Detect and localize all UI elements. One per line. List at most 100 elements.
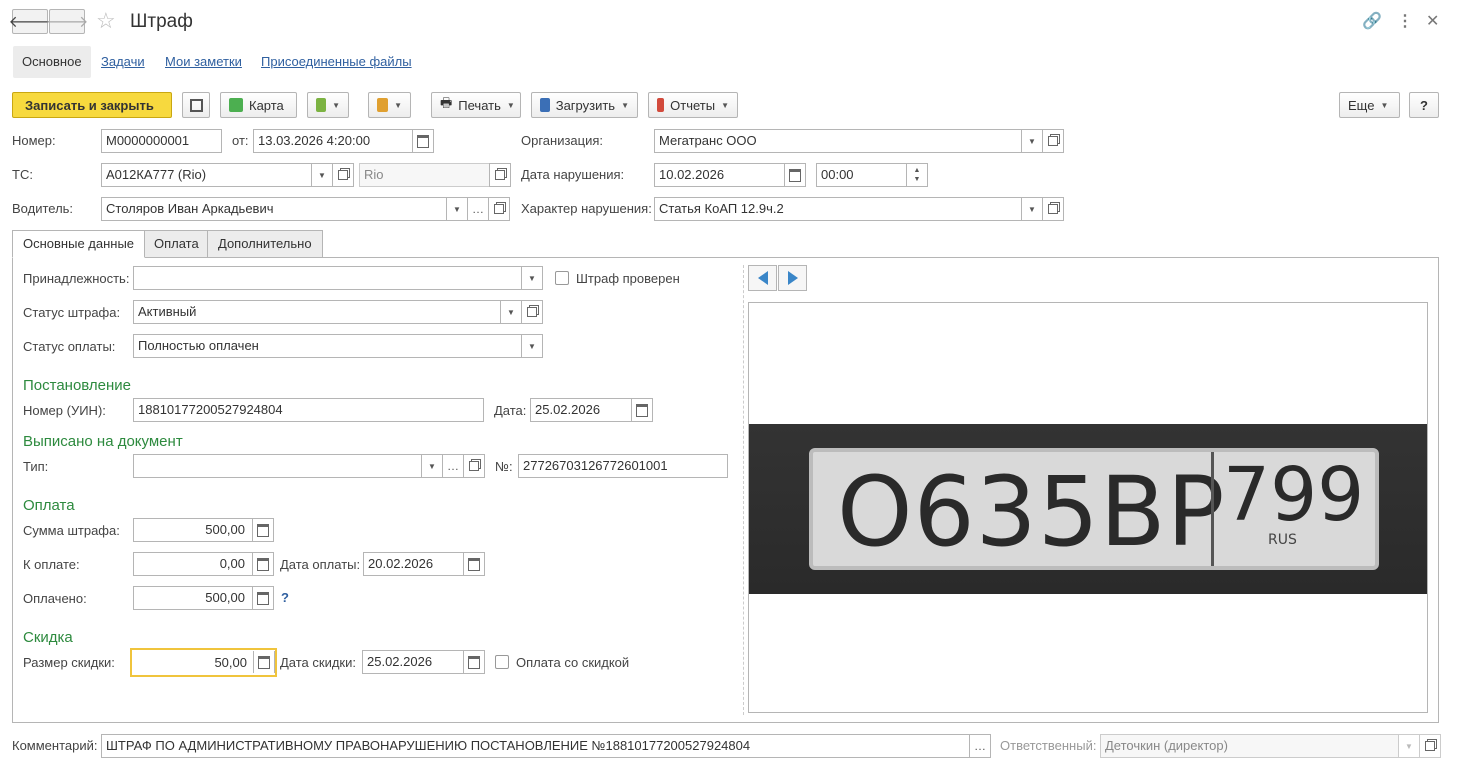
org-dropdown-icon[interactable]: ▼	[1021, 129, 1043, 153]
responsible-dropdown-icon: ▼	[1398, 734, 1420, 758]
pay-date-field[interactable]: 20.02.2026	[363, 552, 464, 576]
pay-status-dropdown-icon[interactable]: ▼	[521, 334, 543, 358]
fine-status-field[interactable]: Активный	[133, 300, 501, 324]
type-label: Тип:	[23, 459, 49, 474]
responsible-open-icon[interactable]	[1419, 734, 1441, 758]
save-button[interactable]	[182, 92, 210, 118]
nature-dropdown-icon[interactable]: ▼	[1021, 197, 1043, 221]
section-issued: Выписано на документ	[23, 433, 183, 450]
comment-edit-button[interactable]: …	[969, 734, 991, 758]
map-button[interactable]: Карта	[220, 92, 297, 118]
plate-region: 799	[1223, 452, 1365, 538]
prev-image-button[interactable]	[748, 265, 777, 291]
calculator-icon[interactable]	[252, 587, 274, 609]
reports-button[interactable]: Отчеты ▼	[648, 92, 738, 118]
time-spinner[interactable]: ▲ ▼	[906, 163, 928, 187]
ts-dropdown-icon[interactable]: ▼	[311, 163, 333, 187]
ts-field[interactable]: А012КА777 (Rio)	[101, 163, 312, 187]
pay-status-field[interactable]: Полностью оплачен	[133, 334, 522, 358]
number-field[interactable]: М0000000001	[101, 129, 222, 153]
fine-checked-checkbox[interactable]	[555, 271, 569, 285]
discount-date-label: Дата скидки:	[280, 655, 356, 670]
type-open-icon[interactable]	[463, 454, 485, 478]
create-based-button[interactable]: ▼	[307, 92, 349, 118]
help-button[interactable]: ?	[1409, 92, 1439, 118]
attach-button[interactable]: ▼	[368, 92, 411, 118]
calendar-icon[interactable]	[631, 398, 653, 422]
pay-date-label: Дата оплаты:	[280, 557, 361, 572]
discount-date-field[interactable]: 25.02.2026	[362, 650, 464, 674]
calendar-icon[interactable]	[412, 129, 434, 153]
nature-open-icon[interactable]	[1042, 197, 1064, 221]
driver-label: Водитель:	[12, 201, 74, 216]
paid-help-link[interactable]: ?	[281, 590, 289, 605]
tab-files[interactable]: Присоединенные файлы	[252, 46, 421, 78]
tab-main-data[interactable]: Основные данные	[12, 230, 146, 258]
window-title: Штраф	[130, 11, 193, 32]
belonging-dropdown-icon[interactable]: ▼	[521, 266, 543, 290]
tab-main[interactable]: Основное	[13, 46, 91, 78]
driver-dropdown-icon[interactable]: ▼	[446, 197, 468, 221]
load-button[interactable]: Загрузить ▼	[531, 92, 638, 118]
belonging-label: Принадлежность:	[23, 271, 130, 286]
type-dropdown-icon[interactable]: ▼	[421, 454, 443, 478]
more-actions-icon[interactable]: ⋮	[1397, 11, 1413, 31]
calendar-icon[interactable]	[463, 650, 485, 674]
date-field[interactable]: 13.03.2026 4:20:00	[253, 129, 413, 153]
discount-pay-checkbox[interactable]	[495, 655, 509, 669]
calculator-icon[interactable]	[253, 651, 275, 673]
tab-additional[interactable]: Дополнительно	[207, 230, 323, 258]
type-field[interactable]	[133, 454, 422, 478]
fine-status-open-icon[interactable]	[521, 300, 543, 324]
belonging-field[interactable]	[133, 266, 522, 290]
calculator-icon[interactable]	[252, 519, 274, 541]
resolution-date-label: Дата:	[494, 403, 527, 418]
org-label: Организация:	[521, 133, 604, 148]
comment-field[interactable]: ШТРАФ ПО АДМИНИСТРАТИВНОМУ ПРАВОНАРУШЕНИ…	[101, 734, 970, 758]
nature-field[interactable]: Статья КоАП 12.9ч.2	[654, 197, 1022, 221]
favorite-star-icon[interactable]: ☆	[96, 8, 116, 34]
printer-icon: 🖶	[440, 95, 453, 110]
ts-open-icon[interactable]	[332, 163, 354, 187]
section-resolution: Постановление	[23, 377, 132, 394]
driver-select-button[interactable]: …	[467, 197, 489, 221]
driver-open-icon[interactable]	[488, 197, 510, 221]
next-image-button[interactable]	[778, 265, 807, 291]
org-field[interactable]: Мегатранс ООО	[654, 129, 1022, 153]
back-button[interactable]: 🡐	[9, 9, 51, 34]
plate-photo: О635ВР 799 RUS	[749, 424, 1427, 594]
tab-payment[interactable]: Оплата	[143, 230, 210, 258]
forward-button[interactable]: 🡒	[46, 9, 88, 34]
map-icon	[229, 98, 243, 112]
save-close-button[interactable]: Записать и закрыть	[12, 92, 172, 118]
fine-checked-label: Штраф проверен	[576, 271, 680, 286]
type-select-button[interactable]: …	[442, 454, 464, 478]
section-payment: Оплата	[23, 497, 75, 514]
tab-notes[interactable]: Мои заметки	[156, 46, 251, 78]
fine-status-dropdown-icon[interactable]: ▼	[500, 300, 522, 324]
ts-label: ТС:	[12, 167, 33, 182]
org-open-icon[interactable]	[1042, 129, 1064, 153]
plate-number: О635ВР	[837, 456, 1226, 568]
violation-date-field[interactable]: 10.02.2026	[654, 163, 785, 187]
splitter[interactable]	[743, 265, 744, 715]
ts-model-open-icon[interactable]	[489, 163, 511, 187]
resolution-date-field[interactable]: 25.02.2026	[530, 398, 632, 422]
responsible-label: Ответственный:	[1000, 738, 1097, 753]
number-label: Номер:	[12, 133, 56, 148]
tab-tasks[interactable]: Задачи	[92, 46, 154, 78]
more-button[interactable]: Еще ▼	[1339, 92, 1400, 118]
uin-label: Номер (УИН):	[23, 403, 106, 418]
calendar-icon[interactable]	[784, 163, 806, 187]
driver-field[interactable]: Столяров Иван Аркадьевич	[101, 197, 447, 221]
fine-status-label: Статус штрафа:	[23, 305, 121, 320]
discount-pay-label: Оплата со скидкой	[516, 655, 630, 670]
print-button[interactable]: 🖶 Печать ▼	[431, 92, 521, 118]
doc-no-field[interactable]: 27726703126772601001	[518, 454, 728, 478]
calendar-icon[interactable]	[463, 552, 485, 576]
calculator-icon[interactable]	[252, 553, 274, 575]
uin-field[interactable]: 18810177200527924804	[133, 398, 484, 422]
link-icon[interactable]: 🔗	[1362, 11, 1382, 31]
violation-time-field[interactable]: 00:00	[816, 163, 907, 187]
close-icon[interactable]: ✕	[1426, 11, 1439, 31]
